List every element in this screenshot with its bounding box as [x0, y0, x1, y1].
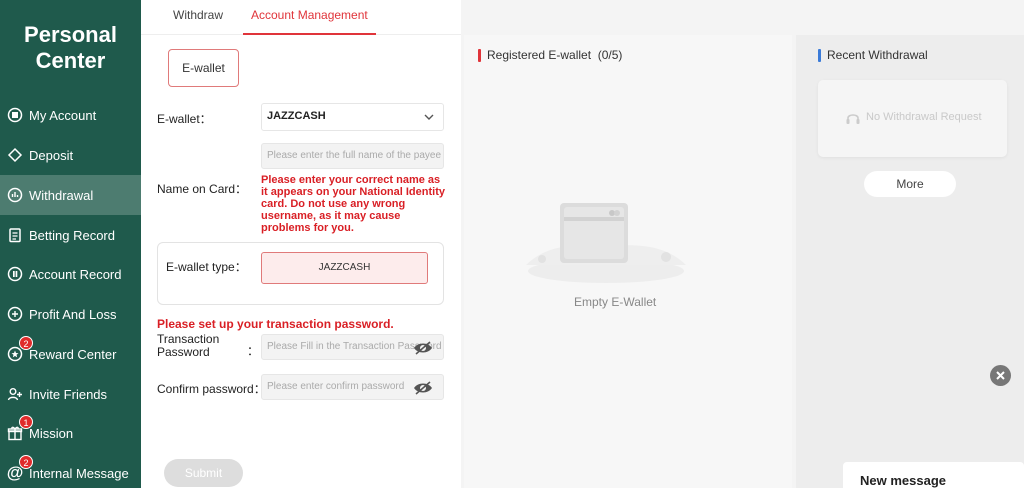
chevron-down-icon [424, 114, 434, 120]
sidebar-item-label: Invite Friends [29, 386, 108, 402]
new-message-popup[interactable]: New message [843, 462, 1024, 488]
name-warning: Please enter your correct name as it app… [261, 174, 445, 234]
sidebar-item-label: Betting Record [29, 227, 115, 243]
confirm-password-label: Confirm password： [157, 382, 266, 396]
recent-withdrawal-panel: Recent Withdrawal No Withdrawal Request … [796, 35, 1024, 488]
transaction-password-input[interactable]: Please Fill in the Transaction Password [261, 334, 444, 360]
registered-count: (0/5) [597, 48, 623, 62]
withdrawal-icon [6, 186, 24, 204]
ewallet-type-option[interactable]: JAZZCASH [261, 252, 428, 284]
close-icon[interactable] [990, 365, 1011, 386]
sidebar-item-label: Reward Center [29, 346, 117, 362]
registered-ewallet-panel: Registered E-wallet (0/5) Empty E-Wallet [464, 35, 792, 488]
name-on-card-input[interactable]: Please enter the full name of the payee [261, 143, 444, 169]
sidebar-item-internal-message[interactable]: 2 @ Internal Message [0, 453, 141, 488]
more-button[interactable]: More [864, 171, 956, 197]
sidebar-item-label: Account Record [29, 266, 122, 282]
ewallet-form: E-wallet E-wallet： JAZZCASH Name on Card… [141, 35, 461, 488]
headset-icon [846, 114, 860, 124]
notification-badge: 2 [19, 455, 33, 469]
no-withdrawal-text: No Withdrawal Request [866, 111, 982, 123]
tab-account-management[interactable]: Account Management [243, 0, 376, 35]
sidebar-item-label: Withdrawal [29, 187, 94, 203]
empty-ewallet-text: Empty E-Wallet [574, 295, 657, 309]
sidebar-item-reward-center[interactable]: 2 Reward Center [0, 334, 141, 374]
name-on-card-label: Name on Card： [157, 182, 248, 196]
ewallet-type-box: E-wallet type： JAZZCASH [157, 242, 444, 305]
tab-withdraw[interactable]: Withdraw [173, 0, 223, 35]
tab-bar: Withdraw Account Management [141, 0, 461, 35]
profit-icon [6, 305, 24, 323]
sidebar-item-my-account[interactable]: My Account [0, 95, 141, 135]
sidebar: Personal Center My Account Deposit Withd… [0, 0, 141, 488]
password-warning: Please set up your transaction password. [157, 317, 394, 331]
sidebar-item-label: My Account [29, 107, 97, 123]
account-icon [6, 106, 24, 124]
eye-hidden-icon[interactable] [413, 381, 433, 395]
sidebar-item-invite-friends[interactable]: Invite Friends [0, 374, 141, 414]
sidebar-item-withdrawal[interactable]: Withdrawal [0, 175, 141, 215]
ewallet-select[interactable]: JAZZCASH [261, 103, 444, 131]
registered-ewallet-title: Registered E-wallet (0/5) [478, 48, 622, 62]
sidebar-item-label: Deposit [29, 147, 74, 163]
ewallet-label: E-wallet： [157, 112, 212, 126]
sidebar-item-label: Mission [29, 425, 74, 441]
recent-withdrawal-title: Recent Withdrawal [818, 48, 928, 62]
sidebar-item-profit-and-loss[interactable]: Profit And Loss [0, 294, 141, 334]
sidebar-item-deposit[interactable]: Deposit [0, 135, 141, 175]
transaction-password-label: Transaction Password [157, 332, 220, 359]
notification-badge: 1 [19, 415, 33, 429]
submit-button[interactable]: Submit [164, 459, 243, 487]
confirm-password-input[interactable]: Please enter confirm password [261, 374, 444, 400]
ewallet-tab[interactable]: E-wallet [168, 49, 239, 87]
sidebar-item-betting-record[interactable]: Betting Record [0, 215, 141, 255]
invite-icon [6, 385, 24, 403]
clipboard-icon [6, 226, 24, 244]
empty-wallet-illustration-icon [526, 203, 686, 283]
sidebar-item-account-record[interactable]: Account Record [0, 254, 141, 294]
record-icon [6, 265, 24, 283]
confirm-password-placeholder: Please enter confirm password [267, 381, 405, 392]
sidebar-item-mission[interactable]: 1 Mission [0, 413, 141, 453]
transaction-password-colon: ： [247, 344, 260, 358]
ewallet-selected-value: JAZZCASH [267, 110, 326, 122]
sidebar-title: Personal Center [24, 22, 117, 73]
no-withdrawal-box: No Withdrawal Request [818, 80, 1007, 157]
sidebar-item-label: Internal Message [29, 465, 129, 481]
deposit-icon [6, 146, 24, 164]
sidebar-item-label: Profit And Loss [29, 306, 117, 322]
ewallet-type-label: E-wallet type： [166, 260, 247, 274]
eye-hidden-icon[interactable] [413, 341, 433, 355]
notification-badge: 2 [19, 336, 33, 350]
